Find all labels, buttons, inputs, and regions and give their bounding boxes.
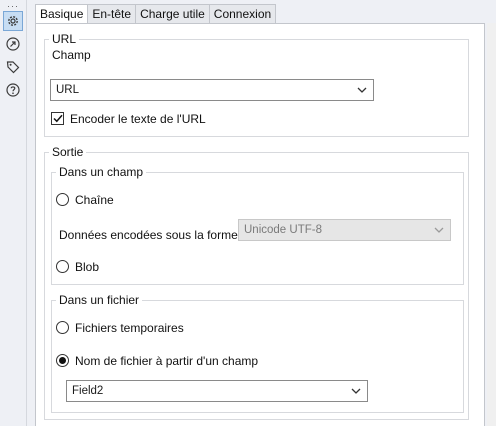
connection-icon[interactable] bbox=[3, 34, 23, 54]
tab-charge-utile[interactable]: Charge utile bbox=[136, 4, 210, 25]
chevron-down-icon bbox=[351, 381, 361, 401]
tab-basique[interactable]: Basique bbox=[35, 4, 89, 25]
filename-from-field-label: Nom de fichier à partir d'un champ bbox=[75, 354, 259, 368]
blob-label: Blob bbox=[75, 260, 100, 274]
field-section-legend: Dans un champ bbox=[59, 165, 144, 179]
tab-connexion[interactable]: Connexion bbox=[209, 4, 277, 25]
url-field-select[interactable]: URL bbox=[50, 79, 374, 101]
more-dots-icon[interactable]: ··· bbox=[7, 2, 19, 11]
url-field-value: URL bbox=[56, 84, 80, 96]
temp-files-radio[interactable] bbox=[56, 321, 69, 334]
output-group-legend: Sortie bbox=[52, 145, 84, 159]
blob-radio[interactable] bbox=[56, 260, 69, 273]
vertical-scrollbar[interactable] bbox=[487, 23, 496, 426]
filename-field-select[interactable]: Field2 bbox=[66, 380, 368, 402]
chevron-down-icon bbox=[434, 220, 444, 240]
encoding-label: Données encodées sous la forme bbox=[59, 228, 238, 242]
chevron-down-icon bbox=[357, 80, 367, 100]
gear-icon[interactable] bbox=[3, 11, 23, 31]
tab-en-tete[interactable]: En-tête bbox=[88, 4, 137, 25]
filename-field-value: Field2 bbox=[72, 385, 104, 397]
field-label: Champ bbox=[52, 48, 91, 62]
tag-icon[interactable] bbox=[3, 57, 23, 77]
string-radio[interactable] bbox=[56, 193, 69, 206]
rail-divider bbox=[26, 0, 27, 426]
encoding-value: Unicode UTF-8 bbox=[244, 224, 322, 236]
encode-url-checkbox[interactable] bbox=[51, 112, 64, 125]
temp-files-label: Fichiers temporaires bbox=[75, 321, 184, 335]
encode-url-label: Encoder le texte de l'URL bbox=[70, 112, 206, 126]
file-section-legend: Dans un fichier bbox=[59, 293, 140, 307]
help-icon[interactable] bbox=[3, 80, 23, 100]
filename-from-field-radio[interactable] bbox=[56, 354, 69, 367]
tool-rail: ··· bbox=[0, 0, 26, 426]
url-group-legend: URL bbox=[52, 32, 77, 46]
encoding-select[interactable]: Unicode UTF-8 bbox=[238, 219, 451, 241]
string-label: Chaîne bbox=[75, 193, 114, 207]
tab-bar: Basique En-tête Charge utile Connexion bbox=[35, 4, 277, 25]
